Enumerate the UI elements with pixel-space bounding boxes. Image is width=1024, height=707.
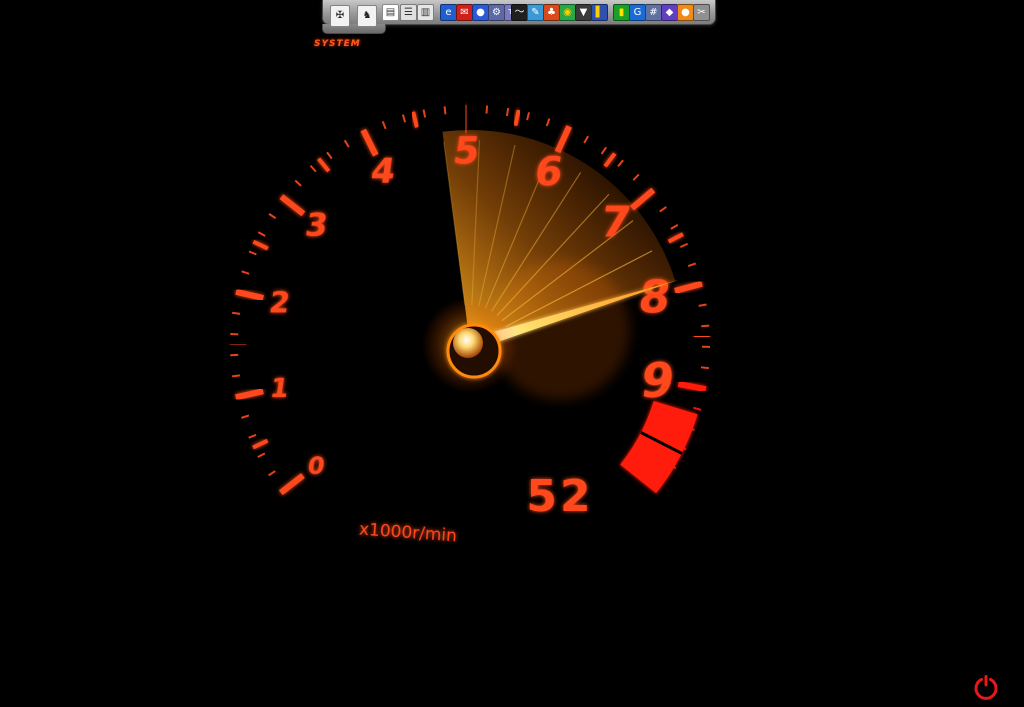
major-tick: [279, 194, 306, 217]
grid-icon[interactable]: #: [645, 4, 662, 21]
rpm-numeral-2: 2: [267, 285, 292, 319]
half-tick: [252, 239, 269, 251]
griffin-crest-icon[interactable]: ♞: [357, 5, 377, 27]
tools-icon[interactable]: ✂: [693, 4, 710, 21]
paint-icon[interactable]: ✎: [527, 4, 544, 21]
globe-icon[interactable]: ●: [472, 4, 489, 21]
network-icon[interactable]: ◆: [661, 4, 678, 21]
gear-icon[interactable]: ⚙: [488, 4, 505, 21]
major-tick: [235, 388, 264, 401]
minor-tick: [309, 164, 317, 173]
rpm-numeral-3: 3: [303, 206, 330, 244]
mail-icon[interactable]: ✉: [456, 4, 473, 21]
half-tick: [317, 157, 331, 173]
minor-tick: [401, 114, 407, 123]
minor-tick: [485, 105, 489, 114]
minor-tick: [248, 250, 257, 256]
minor-tick: [526, 112, 531, 121]
minor-tick: [257, 231, 266, 237]
minor-tick: [268, 213, 277, 220]
minor-tick: [687, 262, 697, 268]
minor-tick: [505, 107, 510, 117]
minor-tick: [232, 311, 241, 315]
half-tick: [252, 438, 269, 450]
minor-tick: [617, 159, 624, 167]
archive-icon[interactable]: ☰: [400, 4, 417, 21]
minor-tick: [583, 135, 589, 144]
minor-tick: [670, 223, 679, 230]
minor-tick: [381, 121, 387, 130]
redline-zone: [620, 400, 698, 494]
major-tick: [554, 125, 572, 154]
major-tick: [235, 288, 264, 301]
half-tick: [667, 232, 684, 244]
signature-icon[interactable]: 〜: [511, 4, 528, 21]
minor-tick: [545, 118, 551, 127]
rpm-numeral-4: 4: [368, 152, 398, 192]
document-icon[interactable]: ▤: [382, 4, 399, 21]
half-tick: [411, 111, 419, 128]
minor-tick: [698, 303, 707, 307]
minor-tick: [241, 270, 250, 275]
g-icon[interactable]: G: [629, 4, 646, 21]
major-tick: [629, 187, 656, 211]
minor-tick: [231, 374, 241, 378]
rack-icon[interactable]: ▌: [591, 4, 608, 21]
major-tick: [674, 280, 703, 294]
half-tick: [513, 109, 521, 127]
minor-tick: [267, 470, 276, 477]
server-icon[interactable]: ▥: [417, 4, 434, 21]
rpm-unit-label: x1000r/min: [358, 520, 457, 547]
rpm-numeral-9: 9: [637, 354, 678, 409]
desktop: 0123456789x1000r/min52 ✠♞▤☰▥e✉●⚙TS〜✎♣◉▼▌…: [0, 0, 1024, 707]
system-menu-label[interactable]: SYSTEM: [314, 39, 361, 49]
minor-tick: [257, 452, 266, 458]
eagle-crest-icon[interactable]: ✠: [330, 5, 350, 27]
orange-icon[interactable]: ●: [677, 4, 694, 21]
minor-tick: [700, 366, 709, 370]
minor-tick: [248, 433, 257, 439]
major-tick: [279, 473, 305, 496]
digital-readout: 52: [526, 471, 593, 522]
tachometer-wallpaper: 01234 5 6789x1000r/min52: [229, 104, 711, 547]
minor-tick: [241, 414, 250, 419]
ie-icon[interactable]: e: [440, 4, 457, 21]
half-tick: [603, 152, 617, 168]
pin-icon[interactable]: ▼: [575, 4, 592, 21]
minor-tick: [701, 324, 710, 328]
game-icon[interactable]: ♣: [543, 4, 560, 21]
minor-tick: [659, 206, 667, 213]
needle-hub: [453, 328, 483, 358]
minor-tick: [443, 106, 447, 115]
rpm-numeral-1: 1: [268, 373, 291, 404]
half-tick: [693, 334, 710, 339]
power-icon[interactable]: [972, 674, 1000, 702]
minor-tick: [600, 146, 607, 155]
minor-tick: [679, 242, 689, 249]
minor-tick: [294, 179, 302, 187]
minor-tick: [693, 406, 702, 411]
minor-tick: [326, 151, 333, 160]
minor-tick: [343, 139, 350, 148]
major-tick: [677, 381, 707, 393]
rpm-numeral-0: 0: [306, 452, 327, 480]
colors-icon[interactable]: ◉: [559, 4, 576, 21]
rpm-numeral-8: 8: [635, 271, 674, 324]
chart-icon[interactable]: ▮: [613, 4, 630, 21]
minor-tick: [422, 109, 427, 118]
minor-tick: [632, 173, 640, 181]
